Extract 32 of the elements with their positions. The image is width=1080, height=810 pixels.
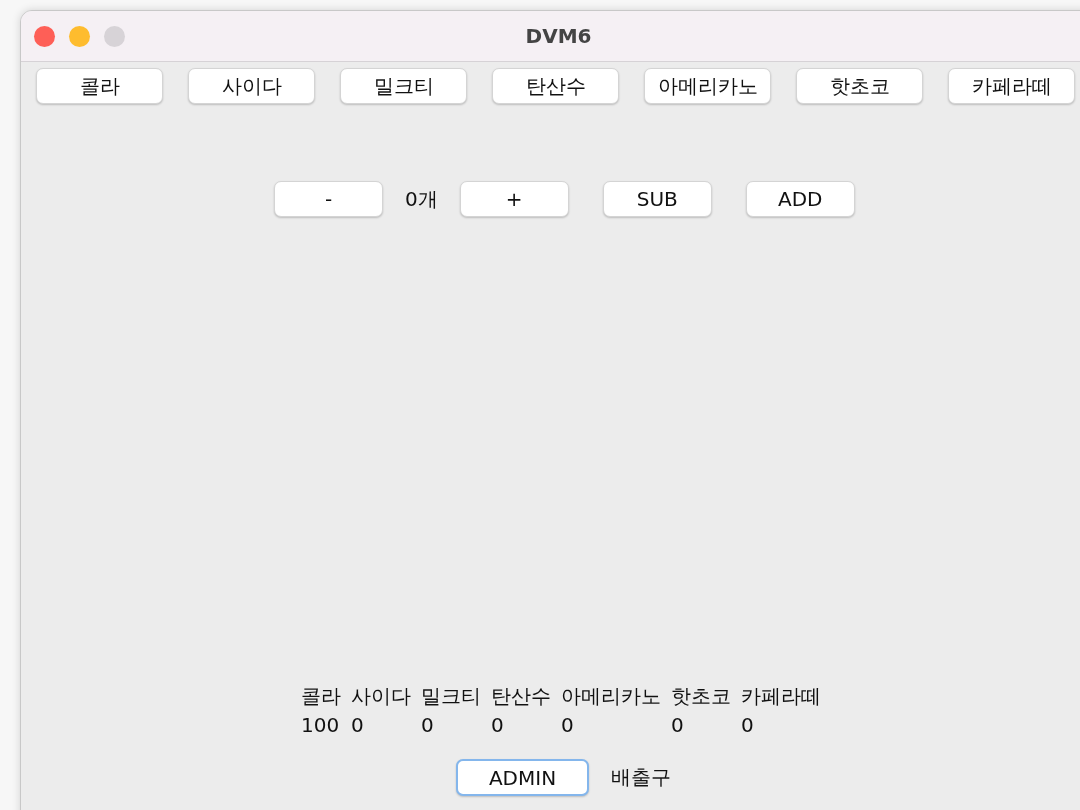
product-button[interactable]: 콜라 xyxy=(36,68,163,104)
stock-count: 100 xyxy=(301,713,341,737)
minimize-icon[interactable] xyxy=(69,26,90,47)
stock-name: 아메리카노 xyxy=(561,683,661,710)
stock-count: 0 xyxy=(421,713,435,737)
stock-count: 0 xyxy=(671,713,685,737)
plus-button[interactable]: + xyxy=(459,181,569,217)
stock-name: 콜라 xyxy=(301,683,341,710)
product-button[interactable]: 사이다 xyxy=(188,68,315,104)
minus-button[interactable]: - xyxy=(274,181,383,217)
action-button[interactable]: SUB xyxy=(602,181,712,217)
stock-name: 밀크티 xyxy=(421,683,481,710)
product-button[interactable]: 핫초코 xyxy=(796,68,923,104)
quantity-label: 0개 xyxy=(405,185,438,213)
stock-name: 핫초코 xyxy=(671,683,731,710)
product-button[interactable]: 밀크티 xyxy=(340,68,467,104)
stock-count: 0 xyxy=(561,713,575,737)
stock-name: 탄산수 xyxy=(491,683,551,710)
action-button[interactable]: ADD xyxy=(745,181,855,217)
close-icon[interactable] xyxy=(34,26,55,47)
window-title: DVM6 xyxy=(525,24,592,48)
product-button[interactable]: 카페라떼 xyxy=(948,68,1075,104)
zoom-icon[interactable] xyxy=(104,26,125,47)
outlet-label: 배출구 xyxy=(611,764,671,791)
stock-name: 사이다 xyxy=(351,683,411,710)
admin-button[interactable]: ADMIN xyxy=(456,759,589,796)
stock-name: 카페라떼 xyxy=(741,683,821,710)
stock-count: 0 xyxy=(351,713,365,737)
product-button[interactable]: 아메리카노 xyxy=(644,68,771,104)
product-button[interactable]: 탄산수 xyxy=(492,68,619,104)
stock-count: 0 xyxy=(741,713,755,737)
stock-count: 0 xyxy=(491,713,505,737)
